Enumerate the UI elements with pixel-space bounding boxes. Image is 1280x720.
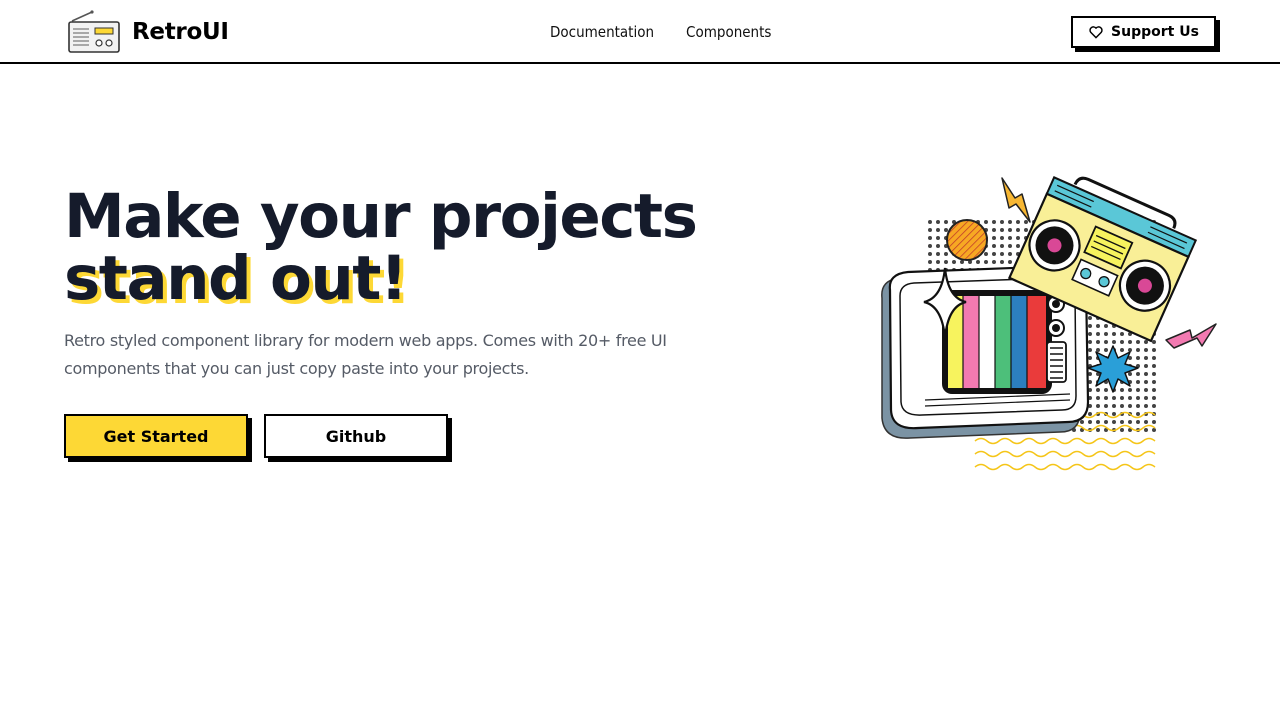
nav-link-documentation[interactable]: Documentation: [550, 23, 654, 41]
github-button[interactable]: Github: [264, 414, 448, 458]
brand-name: RetroUI: [132, 19, 229, 45]
hero-title-line-1: Make your projects: [64, 181, 698, 252]
hero-description: Retro styled component library for moder…: [64, 331, 667, 378]
support-us-button[interactable]: Support Us: [1071, 16, 1216, 48]
radio-logo-icon: [68, 10, 120, 53]
hero-title: Make your projects stand out!: [64, 186, 784, 310]
support-us-label: Support Us: [1111, 24, 1199, 40]
nav-link-components[interactable]: Components: [686, 23, 771, 41]
heart-icon: [1089, 26, 1103, 39]
retro-tv-boombox-illustration: [881, 176, 1217, 471]
brand-link[interactable]: RetroUI: [66, 10, 229, 54]
navbar: RetroUI Documentation Components Support…: [0, 0, 1280, 64]
hero-title-line-2: stand out!: [64, 243, 408, 314]
main-nav: Documentation Components: [550, 0, 771, 64]
get-started-button[interactable]: Get Started: [64, 414, 248, 458]
